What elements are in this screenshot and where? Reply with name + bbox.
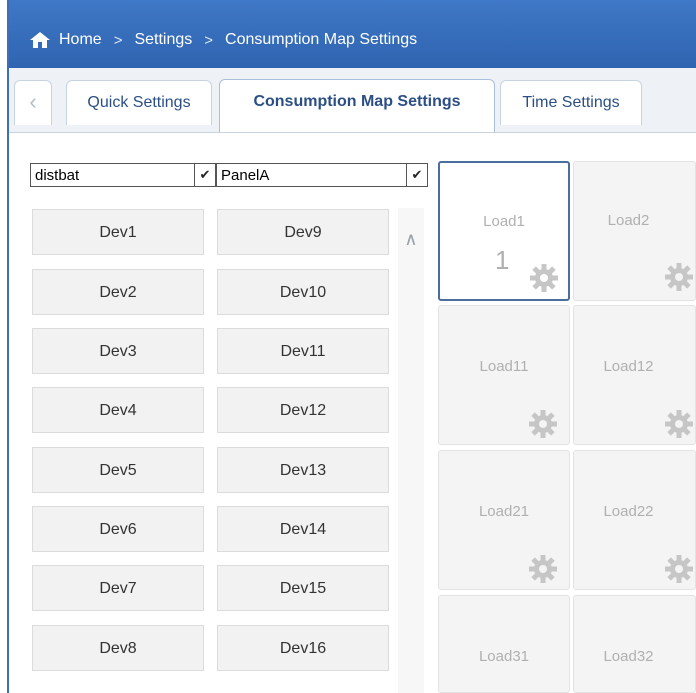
breadcrumb-home[interactable]: Home	[59, 31, 102, 49]
device-button[interactable]: Dev14	[217, 506, 389, 552]
breadcrumb-separator: >	[204, 31, 214, 49]
chevron-left-icon: ‹	[29, 89, 37, 114]
gear-icon[interactable]	[529, 263, 559, 293]
breadcrumb: Home > Settings > Consumption Map Settin…	[29, 31, 417, 49]
load-name: Load11	[479, 358, 529, 375]
breadcrumb-separator: >	[113, 31, 123, 49]
load-name: Load31	[478, 648, 530, 665]
load-name: Load22	[603, 503, 654, 520]
home-icon[interactable]	[29, 31, 51, 49]
gear-icon[interactable]	[664, 262, 694, 292]
load-tile[interactable]: Load12	[573, 305, 696, 445]
load-name: Load1	[483, 213, 525, 230]
breadcrumb-settings[interactable]: Settings	[134, 31, 192, 49]
device-button[interactable]: Dev5	[32, 447, 204, 493]
load-tile[interactable]: Load21	[438, 450, 570, 590]
window-frame	[0, 0, 9, 693]
load-tile[interactable]: Load2	[573, 161, 696, 301]
panel-select[interactable]: PanelA ✔	[216, 163, 428, 187]
load-tile[interactable]: Load31	[438, 595, 570, 693]
load-name: Load12	[603, 358, 654, 375]
device-button[interactable]: Dev2	[32, 269, 204, 315]
device-button[interactable]: Dev7	[32, 565, 204, 611]
gear-icon[interactable]	[664, 409, 694, 439]
load-tile[interactable]: Load1 1	[438, 161, 570, 301]
device-button[interactable]: Dev8	[32, 625, 204, 671]
panel-value: PanelA	[221, 167, 270, 184]
load-tile[interactable]: Load32	[573, 595, 696, 693]
device-button[interactable]: Dev16	[217, 625, 389, 671]
load-name: Load21	[478, 503, 530, 520]
device-button[interactable]: Dev4	[32, 387, 204, 433]
device-list-scrollbar[interactable]	[398, 208, 424, 693]
device-button[interactable]: Dev9	[217, 209, 389, 255]
gear-icon[interactable]	[528, 554, 558, 584]
device-button[interactable]: Dev3	[32, 328, 204, 374]
device-button[interactable]: Dev6	[32, 506, 204, 552]
device-button[interactable]: Dev1	[32, 209, 204, 255]
load-tile[interactable]: Load11	[438, 305, 570, 445]
load-assigned-count: 1	[495, 245, 510, 275]
device-group-select[interactable]: distbat ✔	[30, 163, 216, 187]
gear-icon[interactable]	[664, 554, 694, 584]
device-button[interactable]: Dev10	[217, 269, 389, 315]
tab-quick-settings[interactable]: Quick Settings	[66, 80, 212, 125]
load-name: Load2	[607, 212, 650, 229]
chevron-down-icon: ✔	[406, 164, 427, 186]
tab-scroll-left-button[interactable]: ‹	[14, 80, 52, 125]
device-group-value: distbat	[35, 167, 80, 184]
load-tile[interactable]: Load22	[573, 450, 696, 590]
load-name: Load32	[603, 648, 654, 665]
tab-time-settings[interactable]: Time Settings	[500, 80, 642, 125]
header-bar: Home > Settings > Consumption Map Settin…	[9, 0, 696, 68]
device-button[interactable]: Dev15	[217, 565, 389, 611]
chevron-up-icon[interactable]: ∧	[403, 230, 419, 248]
device-button[interactable]: Dev11	[217, 328, 389, 374]
chevron-down-icon: ✔	[194, 164, 215, 186]
device-button[interactable]: Dev13	[217, 447, 389, 493]
tab-consumption-map-settings[interactable]: Consumption Map Settings	[219, 79, 495, 132]
device-button[interactable]: Dev12	[217, 387, 389, 433]
breadcrumb-current: Consumption Map Settings	[225, 31, 418, 48]
gear-icon[interactable]	[528, 409, 558, 439]
